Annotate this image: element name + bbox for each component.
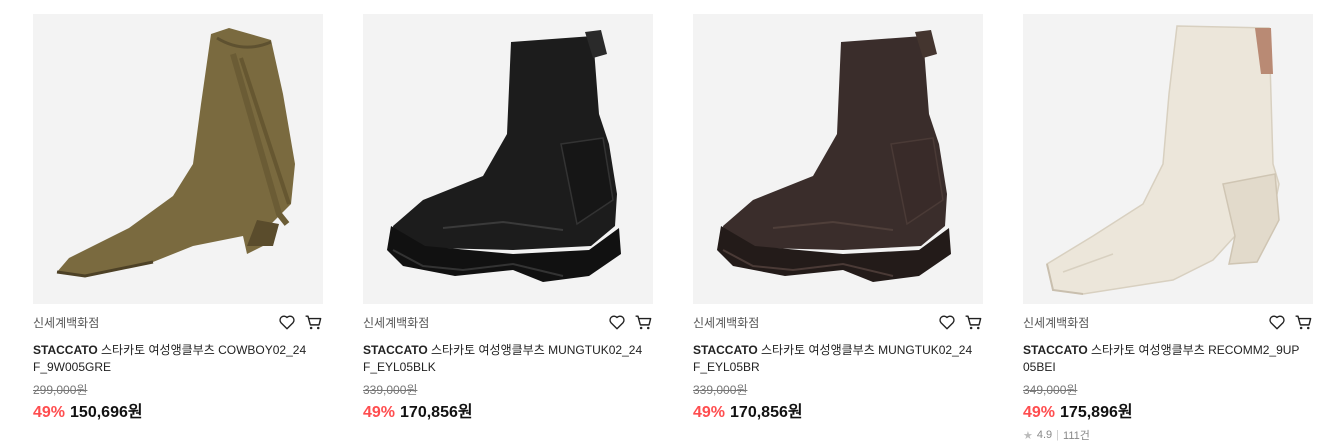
- star-icon: ★: [1023, 429, 1033, 442]
- sock-chunky-sneaker-boot-image: [387, 30, 621, 282]
- brand-name: STACCATO: [33, 343, 98, 357]
- rating-score: 4.9: [1036, 429, 1053, 441]
- heart-icon[interactable]: [1267, 312, 1287, 332]
- sale-price: 170,856원: [730, 404, 803, 421]
- product-card[interactable]: 신세계백화점 STACCATO 스타카토 여성앵클부츠 MUNGTUK02_24…: [693, 14, 983, 422]
- product-name[interactable]: STACCATO 스타카토 여성앵클부츠 COWBOY02_24F_9W005G…: [33, 342, 313, 376]
- sock-chunky-sneaker-boot-image: [717, 30, 951, 282]
- product-image[interactable]: [1023, 14, 1313, 304]
- original-price: 349,000원: [1023, 383, 1078, 397]
- suede-fringe-ankle-boot-image: [56, 28, 295, 278]
- product-image[interactable]: [33, 14, 323, 304]
- product-name[interactable]: STACCATO 스타카토 여성앵클부츠 MUNGTUK02_24F_EYL05…: [363, 342, 643, 376]
- product-name[interactable]: STACCATO 스타카토 여성앵클부츠 RECOMM2_9UP05BEI: [1023, 342, 1303, 376]
- heart-icon[interactable]: [277, 312, 297, 332]
- product-image[interactable]: [363, 14, 653, 304]
- store-name: 신세계백화점: [363, 315, 430, 330]
- product-card[interactable]: 신세계백화점 STACCATO 스타카토 여성앵클부츠 COWBOY02_24F…: [33, 14, 323, 422]
- discount-rate: 49%: [363, 404, 396, 421]
- heart-icon[interactable]: [607, 312, 627, 332]
- product-card[interactable]: 신세계백화점 STACCATO 스타카토 여성앵클부츠 RECOMM2_9UP0…: [1023, 14, 1313, 443]
- product-card[interactable]: 신세계백화점 STACCATO 스타카토 여성앵클부츠 MUNGTUK02_24…: [363, 14, 653, 422]
- discount-rate: 49%: [33, 404, 66, 421]
- brand-name: STACCATO: [1023, 343, 1088, 357]
- original-price: 339,000원: [693, 383, 748, 397]
- sale-price: 170,856원: [400, 404, 473, 421]
- discount-rate: 49%: [1023, 404, 1056, 421]
- brand-name: STACCATO: [363, 343, 428, 357]
- store-name: 신세계백화점: [693, 315, 760, 330]
- product-name[interactable]: STACCATO 스타카토 여성앵클부츠 MUNGTUK02_24F_EYL05…: [693, 342, 973, 376]
- heart-icon[interactable]: [937, 312, 957, 332]
- review-count: 111건: [1063, 430, 1090, 442]
- rating-row: ★ 4.9 | 111건: [1023, 427, 1313, 443]
- square-toe-block-heel-boot-image: [1046, 25, 1280, 295]
- cart-icon[interactable]: [633, 312, 653, 332]
- discount-rate: 49%: [693, 404, 726, 421]
- product-grid: 신세계백화점 STACCATO 스타카토 여성앵클부츠 COWBOY02_24F…: [0, 0, 1320, 444]
- sale-price: 150,696원: [70, 404, 143, 421]
- store-name: 신세계백화점: [33, 315, 100, 330]
- store-name: 신세계백화점: [1023, 315, 1090, 330]
- product-image[interactable]: [693, 14, 983, 304]
- original-price: 299,000원: [33, 383, 88, 397]
- cart-icon[interactable]: [963, 312, 983, 332]
- cart-icon[interactable]: [303, 312, 323, 332]
- cart-icon[interactable]: [1293, 312, 1313, 332]
- original-price: 339,000원: [363, 383, 418, 397]
- sale-price: 175,896원: [1060, 404, 1133, 421]
- brand-name: STACCATO: [693, 343, 758, 357]
- divider: |: [1056, 429, 1060, 441]
